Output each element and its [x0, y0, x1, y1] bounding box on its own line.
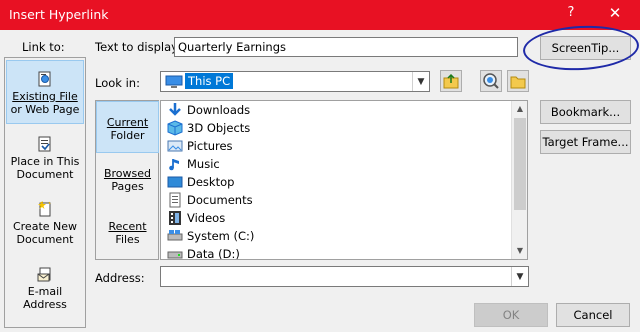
file-name: Data (D:): [187, 247, 240, 260]
file-row-documents[interactable]: Documents: [165, 191, 505, 209]
file-name: Pictures: [187, 139, 233, 153]
this-pc-icon: [165, 75, 183, 89]
file-row-3d-objects[interactable]: 3D Objects: [165, 119, 505, 137]
link-to-label: Link to:: [22, 40, 65, 54]
link-to-create-line1: Create New: [12, 220, 78, 233]
tab-current-folder-line2: Folder: [110, 129, 145, 142]
file-row-videos[interactable]: Videos: [165, 209, 505, 227]
file-list[interactable]: Downloads 3D Objects Pictures Music Desk…: [160, 100, 528, 260]
address-label: Address:: [95, 271, 145, 285]
annotation-circle: [521, 22, 640, 74]
target-frame-button[interactable]: Target Frame...: [540, 130, 631, 154]
desktop-icon: [167, 176, 183, 188]
link-to-place-in-document[interactable]: Place in This Document: [6, 136, 84, 192]
browse-web-button[interactable]: [480, 70, 502, 92]
ok-button[interactable]: OK: [474, 303, 548, 327]
title-bar: Insert Hyperlink ? ✕: [0, 0, 640, 30]
address-input[interactable]: ▼: [160, 266, 529, 287]
open-folder-icon: [510, 76, 526, 89]
browse-web-icon: [483, 73, 499, 89]
tab-recent-files-line1: Recent: [108, 220, 147, 233]
scroll-down-icon[interactable]: ▼: [512, 243, 527, 259]
create-new-document-icon: [37, 201, 53, 217]
file-row-music[interactable]: Music: [165, 155, 505, 173]
side-tabs-panel: Current Folder Browsed Pages Recent File…: [95, 100, 159, 260]
browse-file-button[interactable]: [507, 70, 529, 92]
file-name: Videos: [187, 211, 226, 225]
tab-current-folder[interactable]: Current Folder: [96, 101, 159, 153]
email-icon: [37, 266, 53, 282]
link-to-create-new-document[interactable]: Create New Document: [6, 201, 84, 257]
link-to-create-line2: Document: [16, 233, 74, 246]
link-to-place-line2: Document: [16, 168, 74, 181]
look-in-dropdown[interactable]: This PC ▼: [160, 71, 430, 92]
music-icon: [169, 159, 179, 171]
look-in-label: Look in:: [95, 76, 140, 90]
file-name: System (C:): [187, 229, 255, 243]
system-drive-icon: [167, 230, 183, 241]
file-name: Music: [187, 157, 220, 171]
3d-objects-icon: [167, 120, 183, 136]
file-row-data-drive[interactable]: Data (D:): [165, 245, 505, 260]
tab-recent-files[interactable]: Recent Files: [96, 220, 159, 254]
link-to-place-line1: Place in This: [10, 155, 80, 168]
existing-file-icon: [37, 71, 53, 87]
text-to-display-input[interactable]: Quarterly Earnings: [174, 37, 518, 57]
window-title: Insert Hyperlink: [9, 7, 109, 22]
file-name: Desktop: [187, 175, 235, 189]
link-to-existing-file-line2: or Web Page: [10, 103, 80, 116]
file-list-scrollbar[interactable]: ▲ ▼: [511, 101, 527, 259]
link-to-panel: Existing File or Web Page Place in This …: [4, 57, 86, 328]
look-in-chevron-down-icon[interactable]: ▼: [412, 72, 429, 91]
link-to-email-address[interactable]: E-mail Address: [6, 266, 84, 322]
cancel-button[interactable]: Cancel: [556, 303, 630, 327]
tab-browsed-pages-line2: Pages: [111, 180, 144, 193]
documents-icon: [169, 192, 181, 208]
link-to-existing-file-line1: Existing File: [12, 90, 78, 103]
file-name: Documents: [187, 193, 253, 207]
scroll-up-icon[interactable]: ▲: [512, 101, 527, 117]
scrollbar-thumb[interactable]: [514, 118, 526, 210]
text-to-display-label: Text to display:: [95, 40, 181, 54]
file-name: 3D Objects: [187, 121, 251, 135]
file-row-system-drive[interactable]: System (C:): [165, 227, 505, 245]
file-name: Downloads: [187, 103, 251, 117]
tab-recent-files-line2: Files: [115, 233, 140, 246]
close-button[interactable]: ✕: [603, 4, 627, 24]
up-folder-icon: [443, 73, 459, 89]
pictures-icon: [167, 140, 183, 152]
tab-browsed-pages-line1: Browsed: [103, 167, 152, 180]
text-to-display-value: Quarterly Earnings: [178, 40, 286, 54]
address-chevron-down-icon[interactable]: ▼: [511, 267, 528, 286]
help-button[interactable]: ?: [562, 5, 580, 23]
link-to-email-line1: E-mail: [27, 285, 63, 298]
tab-current-folder-line1: Current: [106, 116, 149, 129]
link-to-email-line2: Address: [23, 298, 67, 311]
data-drive-icon: [167, 251, 183, 259]
bookmark-button[interactable]: Bookmark...: [540, 100, 631, 124]
look-in-value: This PC: [185, 73, 234, 89]
file-row-pictures[interactable]: Pictures: [165, 137, 505, 155]
place-in-document-icon: [37, 136, 53, 152]
link-to-existing-file[interactable]: Existing File or Web Page: [6, 60, 84, 124]
tab-browsed-pages[interactable]: Browsed Pages: [96, 167, 159, 201]
downloads-icon: [169, 103, 181, 116]
file-row-desktop[interactable]: Desktop: [165, 173, 505, 191]
up-folder-button[interactable]: [440, 70, 462, 92]
videos-icon: [169, 211, 181, 225]
file-row-downloads[interactable]: Downloads: [165, 101, 505, 119]
